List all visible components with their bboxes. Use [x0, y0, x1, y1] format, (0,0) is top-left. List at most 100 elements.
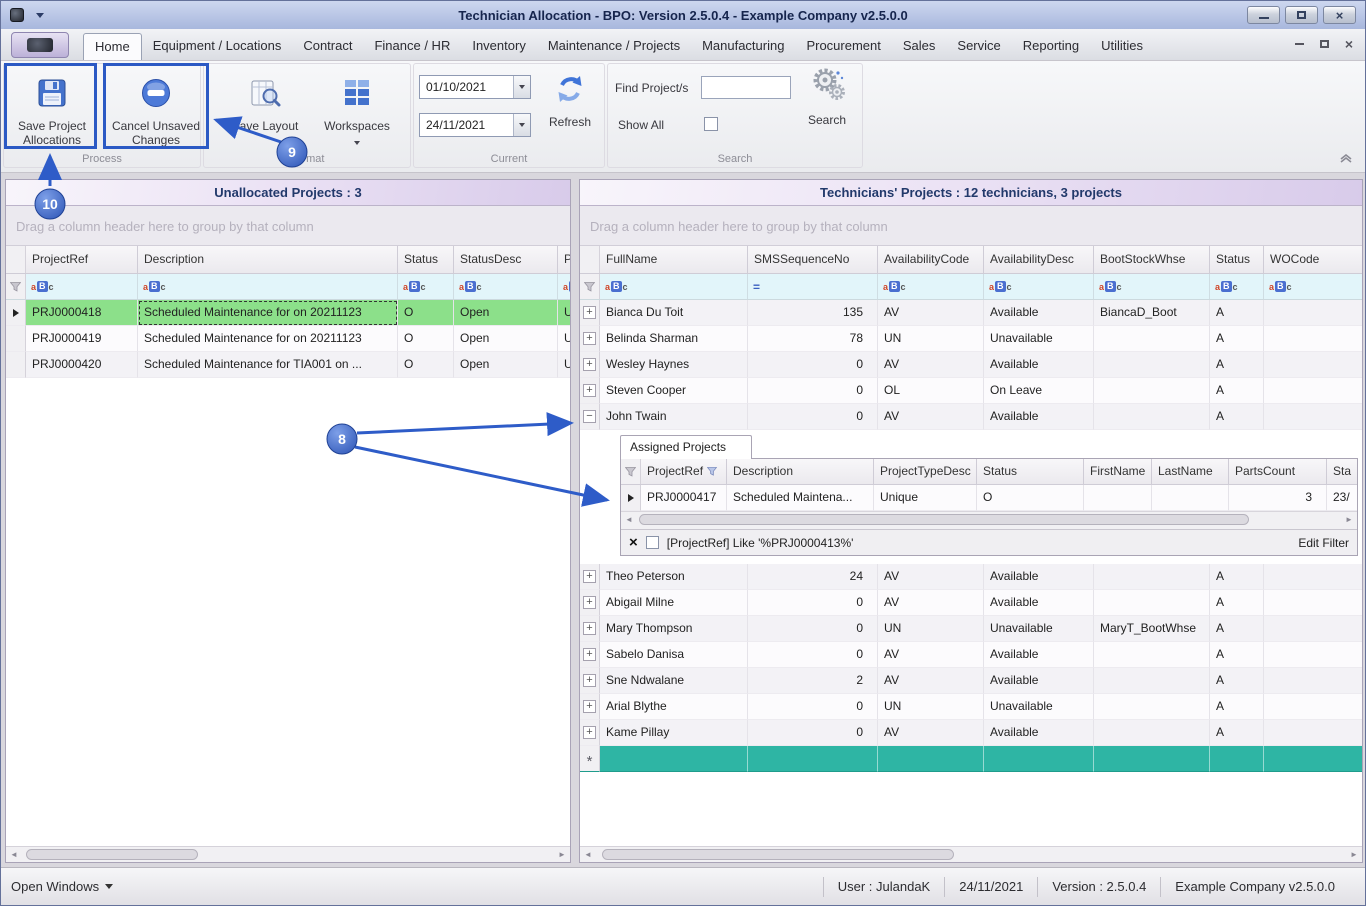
filter-description[interactable]: aBc	[138, 274, 398, 299]
detail-cell-partscount[interactable]: 3	[1229, 485, 1327, 511]
horizontal-scrollbar[interactable]: ◄ ►	[6, 846, 570, 862]
header-availabilitycode[interactable]: AvailabilityCode	[878, 246, 984, 273]
cell-status[interactable]: A	[1210, 720, 1264, 746]
cell-status[interactable]: A	[1210, 642, 1264, 668]
collapse-ribbon-button[interactable]	[1339, 153, 1353, 167]
cell-status[interactable]: A	[1210, 694, 1264, 720]
detail-cell-lastname[interactable]	[1152, 485, 1229, 511]
technician-row[interactable]: + Bianca Du Toit 135 AV Available Bianca…	[580, 300, 1362, 326]
refresh-button[interactable]: Refresh	[539, 65, 601, 161]
search-button[interactable]: Search	[799, 63, 855, 159]
cell-availabilitycode[interactable]: AV	[878, 720, 984, 746]
header-bootstockwhse[interactable]: BootStockWhse	[1094, 246, 1210, 273]
cell-projectref[interactable]: PRJ0000419	[26, 326, 138, 352]
scroll-left-icon[interactable]: ◄	[621, 512, 637, 527]
expand-collapse-button[interactable]: +	[583, 674, 596, 687]
date-to-dropdown-button[interactable]	[513, 114, 530, 136]
cell-availabilitydesc[interactable]: On Leave	[984, 378, 1094, 404]
cell-projectref[interactable]: PRJ0000420	[26, 352, 138, 378]
cell-pre[interactable]: Un	[558, 326, 570, 352]
filter-enabled-checkbox[interactable]	[645, 536, 659, 549]
expand-collapse-button[interactable]: +	[583, 648, 596, 661]
cell-smssequenceno[interactable]: 0	[748, 720, 878, 746]
cell-wocode[interactable]	[1264, 720, 1362, 746]
cell-availabilitycode[interactable]: AV	[878, 300, 984, 326]
filter-wocode[interactable]: aBc	[1264, 274, 1362, 299]
project-row[interactable]: PRJ0000418 Scheduled Maintenance for on …	[6, 300, 570, 326]
cell-bootstockwhse[interactable]	[1094, 404, 1210, 430]
cell-availabilitydesc[interactable]: Available	[984, 720, 1094, 746]
cell-pre[interactable]: Un	[558, 352, 570, 378]
scrollbar-thumb[interactable]	[639, 514, 1249, 525]
cell-status[interactable]: A	[1210, 404, 1264, 430]
cell-smssequenceno[interactable]: 0	[748, 352, 878, 378]
scroll-left-icon[interactable]: ◄	[6, 847, 22, 862]
cell-wocode[interactable]	[1264, 352, 1362, 378]
workspaces-button[interactable]: Workspaces	[319, 65, 395, 161]
cell-availabilitydesc[interactable]: Available	[984, 300, 1094, 326]
expand-collapse-button[interactable]: +	[583, 700, 596, 713]
detail-header-lastname[interactable]: LastName	[1152, 459, 1229, 484]
group-by-area[interactable]: Drag a column header here to group by th…	[580, 206, 1362, 246]
detail-cell-firstname[interactable]	[1084, 485, 1152, 511]
scroll-right-icon[interactable]: ►	[554, 847, 570, 862]
cell-pre[interactable]: Un	[558, 300, 570, 326]
detail-cell-description[interactable]: Scheduled Maintena...	[727, 485, 874, 511]
cell-wocode[interactable]	[1264, 668, 1362, 694]
ribbon-tab[interactable]: Contract	[292, 33, 363, 60]
scrollbar-thumb[interactable]	[602, 849, 954, 860]
detail-header-description[interactable]: Description	[727, 459, 874, 484]
date-from-dropdown-button[interactable]	[513, 76, 530, 98]
ribbon-tab[interactable]: Finance / HR	[363, 33, 461, 60]
cell-status[interactable]: A	[1210, 616, 1264, 642]
cell-smssequenceno[interactable]: 0	[748, 378, 878, 404]
scrollbar-thumb[interactable]	[26, 849, 198, 860]
cell-status[interactable]: A	[1210, 326, 1264, 352]
save-layout-button[interactable]: Save Layout	[225, 65, 305, 161]
scroll-left-icon[interactable]: ◄	[580, 847, 596, 862]
cell-availabilitycode[interactable]: AV	[878, 668, 984, 694]
open-windows-button[interactable]: Open Windows	[11, 879, 114, 894]
cell-status[interactable]: A	[1210, 378, 1264, 404]
ribbon-tab[interactable]: Service	[946, 33, 1011, 60]
cell-wocode[interactable]	[1264, 694, 1362, 720]
header-smssequenceno[interactable]: SMSSequenceNo	[748, 246, 878, 273]
cell-bootstockwhse[interactable]	[1094, 352, 1210, 378]
date-to-picker[interactable]: 24/11/2021	[419, 113, 531, 137]
header-status[interactable]: Status	[398, 246, 454, 273]
filter-bootstockwhse[interactable]: aBc	[1094, 274, 1210, 299]
mdi-restore-icon[interactable]	[1319, 40, 1329, 48]
close-button[interactable]: ×	[1323, 6, 1356, 24]
cell-availabilitydesc[interactable]: Available	[984, 404, 1094, 430]
cell-availabilitycode[interactable]: AV	[878, 590, 984, 616]
cell-smssequenceno[interactable]: 2	[748, 668, 878, 694]
cell-smssequenceno[interactable]: 0	[748, 642, 878, 668]
cell-availabilitycode[interactable]: AV	[878, 642, 984, 668]
cell-bootstockwhse[interactable]	[1094, 642, 1210, 668]
close-filter-button[interactable]: ×	[629, 535, 638, 550]
minimize-button[interactable]	[1247, 6, 1280, 24]
cell-fullname[interactable]: Wesley Haynes	[600, 352, 748, 378]
technician-row[interactable]: + Theo Peterson 24 AV Available A	[580, 564, 1362, 590]
ribbon-tab[interactable]: Home	[83, 33, 142, 60]
detail-horizontal-scrollbar[interactable]: ◄ ►	[621, 511, 1357, 529]
header-statusdesc[interactable]: StatusDesc	[454, 246, 558, 273]
technician-row[interactable]: + Sne Ndwalane 2 AV Available A	[580, 668, 1362, 694]
mdi-close-icon[interactable]: ×	[1345, 37, 1353, 51]
detail-header-projectref[interactable]: ProjectRef	[641, 459, 727, 484]
expand-collapse-button[interactable]: +	[583, 570, 596, 583]
cell-wocode[interactable]	[1264, 404, 1362, 430]
cell-fullname[interactable]: Arial Blythe	[600, 694, 748, 720]
cell-smssequenceno[interactable]: 0	[748, 616, 878, 642]
cell-smssequenceno[interactable]: 0	[748, 590, 878, 616]
cell-availabilitycode[interactable]: UN	[878, 326, 984, 352]
cell-availabilitycode[interactable]: AV	[878, 564, 984, 590]
cell-description[interactable]: Scheduled Maintenance for on 20211123	[138, 300, 398, 326]
group-by-area[interactable]: Drag a column header here to group by th…	[6, 206, 570, 246]
technician-row[interactable]: + Arial Blythe 0 UN Unavailable A	[580, 694, 1362, 720]
cell-fullname[interactable]: Belinda Sharman	[600, 326, 748, 352]
expand-collapse-button[interactable]: −	[583, 410, 596, 423]
technician-row[interactable]: + Steven Cooper 0 OL On Leave A	[580, 378, 1362, 404]
mdi-minimize-icon[interactable]	[1294, 43, 1304, 45]
cell-availabilitydesc[interactable]: Unavailable	[984, 694, 1094, 720]
